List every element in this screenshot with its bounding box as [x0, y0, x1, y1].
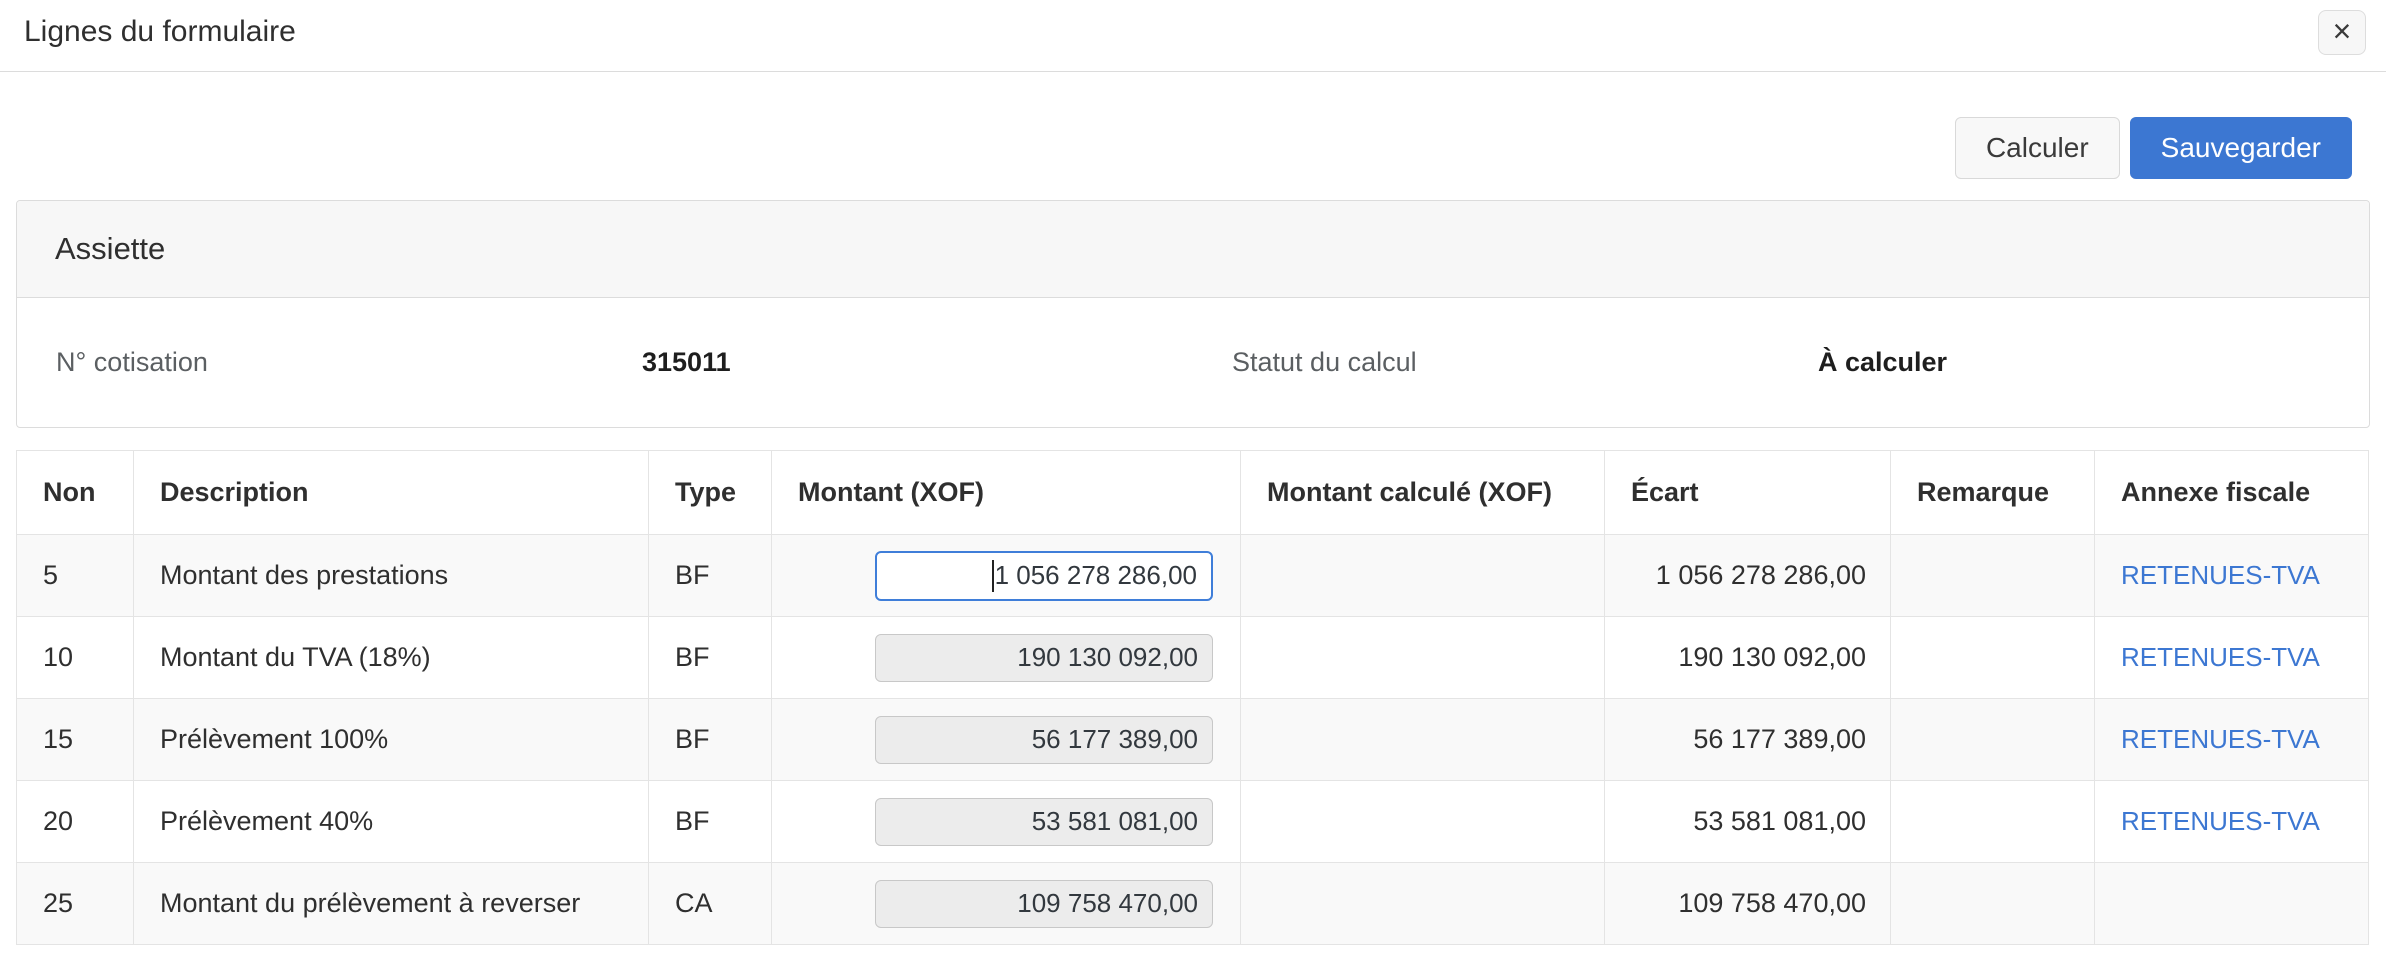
montant-input	[875, 880, 1213, 928]
cell-non: 10	[17, 617, 134, 699]
cell-type: BF	[649, 617, 772, 699]
cell-ecart: 190 130 092,00	[1605, 617, 1891, 699]
modal-title: Lignes du formulaire	[24, 10, 296, 54]
assiette-card: Assiette N° cotisation 315011 Statut du …	[16, 200, 2370, 428]
cell-description: Montant des prestations	[134, 535, 649, 617]
cell-montant-calcule	[1241, 781, 1605, 863]
cell-annexe	[2095, 863, 2369, 945]
action-toolbar: Calculer Sauvegarder	[0, 117, 2386, 179]
cell-montant-calcule	[1241, 535, 1605, 617]
cell-description: Montant du prélèvement à reverser	[134, 863, 649, 945]
header-description: Description	[134, 451, 649, 535]
cell-ecart: 109 758 470,00	[1605, 863, 1891, 945]
modal-header: Lignes du formulaire ×	[0, 0, 2386, 72]
cell-montant-calcule	[1241, 699, 1605, 781]
cell-remarque	[1891, 617, 2095, 699]
cell-remarque	[1891, 863, 2095, 945]
header-annexe: Annexe fiscale	[2095, 451, 2369, 535]
cell-non: 20	[17, 781, 134, 863]
cell-type: CA	[649, 863, 772, 945]
cell-montant-calcule	[1241, 617, 1605, 699]
cell-non: 5	[17, 535, 134, 617]
table-row: 15 Prélèvement 100% BF 56 177 389,00 RET…	[17, 699, 2369, 781]
cell-remarque	[1891, 699, 2095, 781]
header-type: Type	[649, 451, 772, 535]
cell-description: Montant du TVA (18%)	[134, 617, 649, 699]
annexe-fiscale-link[interactable]: RETENUES-TVA	[2121, 560, 2320, 590]
table-row: 20 Prélèvement 40% BF 53 581 081,00 RETE…	[17, 781, 2369, 863]
calc-status-value: À calculer	[1781, 347, 2369, 378]
header-ecart: Écart	[1605, 451, 1891, 535]
cotisation-number-label: N° cotisation	[17, 347, 605, 378]
cell-non: 25	[17, 863, 134, 945]
text-cursor	[992, 560, 994, 592]
cell-description: Prélèvement 40%	[134, 781, 649, 863]
cell-type: BF	[649, 781, 772, 863]
annexe-fiscale-link[interactable]: RETENUES-TVA	[2121, 724, 2320, 754]
header-remarque: Remarque	[1891, 451, 2095, 535]
header-montant-calcule: Montant calculé (XOF)	[1241, 451, 1605, 535]
annexe-fiscale-link[interactable]: RETENUES-TVA	[2121, 806, 2320, 836]
table-row: 10 Montant du TVA (18%) BF 190 130 092,0…	[17, 617, 2369, 699]
close-button[interactable]: ×	[2318, 10, 2366, 55]
cell-remarque	[1891, 535, 2095, 617]
montant-input-value: 1 056 278 286,00	[995, 560, 1197, 591]
table-row: 5 Montant des prestations BF 1 056 278 2…	[17, 535, 2369, 617]
close-icon: ×	[2333, 15, 2352, 47]
montant-input	[875, 716, 1213, 764]
cotisation-number-value: 315011	[605, 347, 1193, 378]
header-non: Non	[17, 451, 134, 535]
table-header-row: Non Description Type Montant (XOF) Monta…	[17, 451, 2369, 535]
calc-status-label: Statut du calcul	[1193, 347, 1781, 378]
cell-non: 15	[17, 699, 134, 781]
cell-ecart: 56 177 389,00	[1605, 699, 1891, 781]
cell-remarque	[1891, 781, 2095, 863]
montant-input	[875, 634, 1213, 682]
cell-ecart: 53 581 081,00	[1605, 781, 1891, 863]
montant-input	[875, 798, 1213, 846]
cell-type: BF	[649, 535, 772, 617]
save-button[interactable]: Sauvegarder	[2130, 117, 2352, 179]
header-montant: Montant (XOF)	[772, 451, 1241, 535]
montant-input[interactable]: 1 056 278 286,00	[875, 551, 1213, 601]
annexe-fiscale-link[interactable]: RETENUES-TVA	[2121, 642, 2320, 672]
assiette-card-header: Assiette	[17, 201, 2369, 298]
form-lines-table: Non Description Type Montant (XOF) Monta…	[16, 450, 2369, 945]
cell-ecart: 1 056 278 286,00	[1605, 535, 1891, 617]
assiette-card-body: N° cotisation 315011 Statut du calcul À …	[17, 298, 2369, 427]
table-row: 25 Montant du prélèvement à reverser CA …	[17, 863, 2369, 945]
cell-type: BF	[649, 699, 772, 781]
calculate-button[interactable]: Calculer	[1955, 117, 2120, 179]
cell-description: Prélèvement 100%	[134, 699, 649, 781]
cell-montant-calcule	[1241, 863, 1605, 945]
